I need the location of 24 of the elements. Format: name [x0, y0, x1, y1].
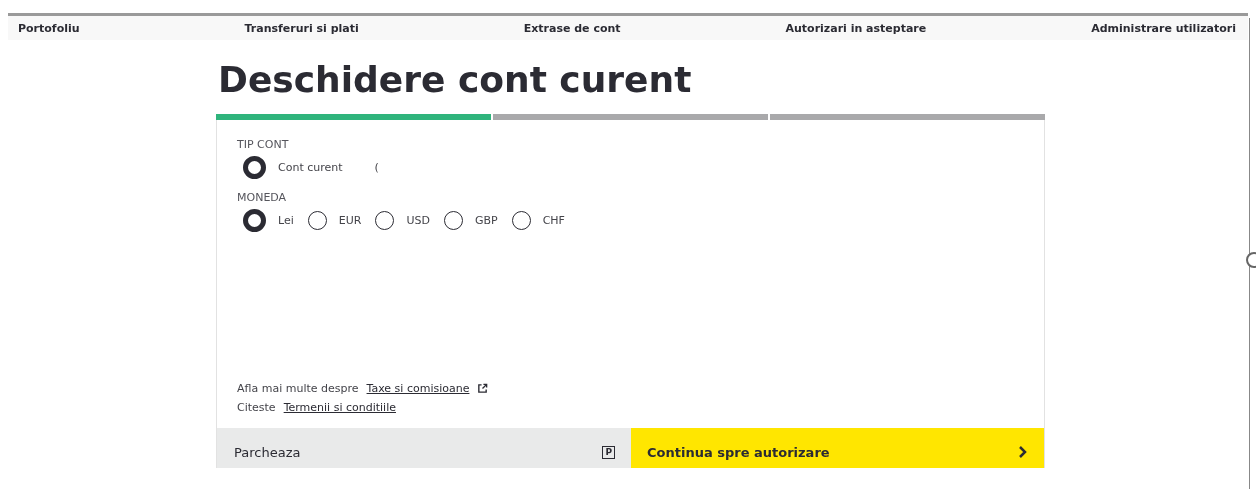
nav-link[interactable]: Administrare utilizatori	[1091, 21, 1236, 35]
nav-link[interactable]: Portofoliu	[18, 21, 80, 35]
nav-link[interactable]: Transferuri si plati	[244, 21, 359, 35]
radio-option[interactable]: GBP	[443, 211, 498, 231]
external-link-icon	[477, 383, 489, 395]
nav-link[interactable]: Autorizari in asteptare	[785, 21, 927, 35]
radio-option[interactable]: CHF	[511, 211, 565, 231]
page-title: Deschidere cont curent	[218, 58, 693, 102]
info-text: Citeste	[237, 401, 276, 415]
chevron-right-icon	[1018, 446, 1028, 459]
field-label: TIP CONT	[237, 138, 290, 152]
radio-option[interactable]: Lei	[243, 209, 294, 233]
park-button[interactable]: Parcheaza P	[217, 428, 631, 469]
radio-option[interactable]: Cont curent	[243, 156, 343, 180]
continue-button[interactable]: Continua spre autorizare	[631, 428, 1044, 469]
parking-icon: P	[602, 445, 615, 459]
field-label: MONEDA	[237, 191, 288, 205]
radio-option[interactable]: EUR	[307, 211, 362, 231]
radio-option[interactable]: USD	[375, 211, 430, 231]
info-link[interactable]: Taxe si comisioane	[366, 382, 470, 396]
info-text: Afla mai multe despre	[237, 382, 359, 396]
option-note: (	[374, 161, 379, 175]
nav-link[interactable]: Extrase de cont	[523, 21, 621, 35]
info-link[interactable]: Termenii si conditiile	[283, 401, 396, 415]
